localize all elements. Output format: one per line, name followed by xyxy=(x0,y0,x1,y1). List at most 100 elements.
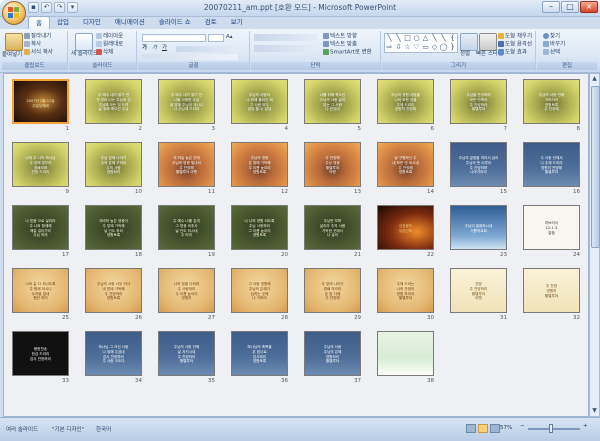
tab-review[interactable]: 검토 xyxy=(198,16,224,29)
slide-thumbnail[interactable]: 봉헌찬송 헌금 드리리 감사 찬양하리 xyxy=(12,331,69,376)
slide-thumbnail[interactable]: 날 구원하신 주내 모든 것 되시네 주 찬양해 영원토록 xyxy=(377,142,434,187)
triangle-shape-icon[interactable]: △ xyxy=(421,34,430,43)
slide-thumbnail[interactable]: 성경봉독 말씀선포 xyxy=(377,205,434,250)
text-direction-button[interactable]: 텍스트 방향 xyxy=(323,33,357,41)
status-language[interactable]: 한국어 xyxy=(96,425,111,433)
rectangle-shape-icon[interactable]: □ xyxy=(403,34,412,43)
cut-button[interactable]: 잘라내기 xyxy=(24,33,51,41)
tab-view[interactable]: 보기 xyxy=(224,16,250,29)
slide-thumbnail[interactable]: 주님의 말씀을 따라서 살리 주님의 뜻 이루리 주 찬양하며 나아가리라 xyxy=(450,142,507,187)
slide-thumbnail[interactable]: 주 앞에 나아가 경배 하리라 온 맘 다해 주 찬양해 xyxy=(304,268,361,313)
slide-thumbnail[interactable]: 주 예수 나를 깊게 그 영광 비추사 날 인도 하시네 주 따라 xyxy=(158,205,215,250)
tab-design[interactable]: 디자인 xyxy=(76,16,108,29)
slide-thumbnail[interactable]: 자비의 높은 영광이 주 앞에 가득해 날 인도 하리 영원토록 xyxy=(85,205,142,250)
zoom-out-button[interactable]: − xyxy=(520,423,525,429)
arrow-shape-icon[interactable]: ⇨ xyxy=(385,43,394,52)
font-name-select[interactable] xyxy=(142,34,206,42)
slide-thumbnail[interactable]: 주님 앞에 나아가 주의 은혜 구하리 주의 사랑 영원하리 xyxy=(85,142,142,187)
font-color-buttons[interactable] xyxy=(142,54,238,60)
scrollbar-thumb[interactable] xyxy=(591,86,600,248)
slide-sorter-view[interactable]: 2007년 2월 11일 주일낮예배 1 주 예수 내가 알기 전전 부터 나는 주님… xyxy=(3,73,589,417)
slide-thumbnail[interactable]: 주님의 사랑 안에 날 지키시네 주 찬양하리 할렐루야 xyxy=(158,331,215,376)
select-button[interactable]: 선택 xyxy=(543,49,560,57)
shape-fill-button[interactable]: 도형 채우기 xyxy=(498,33,532,41)
brace-shape-icon[interactable]: { xyxy=(448,34,457,43)
slide-thumbnail[interactable]: 주님의 사랑이 나 위해 흘리신 피그 사랑 모두 감당 할 수 없네 xyxy=(231,79,288,124)
scroll-down-icon[interactable]: ▼ xyxy=(590,406,599,416)
arrow-shape-icon[interactable]: ⇩ xyxy=(394,43,403,52)
line-shape-icon[interactable]: ╲ xyxy=(394,34,403,43)
tab-home[interactable]: 홈 xyxy=(28,16,50,30)
slide-thumbnail[interactable]: 나를 위해 죽으신 주님의 사랑 끝이 없는 그 사랑 나 받았네 xyxy=(304,79,361,124)
heart-shape-icon[interactable]: ♡ xyxy=(412,43,421,52)
replace-button[interactable]: 바꾸기 xyxy=(543,41,565,49)
align-text-button[interactable]: 텍스트 맞춤 xyxy=(323,41,357,49)
arrange-icon[interactable] xyxy=(460,33,478,51)
star-shape-icon[interactable]: ☆ xyxy=(403,43,412,52)
line-shape-icon[interactable]: ╲ xyxy=(385,34,394,43)
maximize-button[interactable]: □ xyxy=(561,1,579,13)
italic-button[interactable]: 가 xyxy=(152,45,157,52)
zoom-slider-track[interactable] xyxy=(528,428,580,430)
grow-font-icon[interactable]: A▴ xyxy=(226,34,233,41)
slide-thumbnail[interactable]: 나 믿음 으로 살리라 주 나와 함께해 매일 걸어가리 주님 따라 xyxy=(12,205,69,250)
office-button[interactable] xyxy=(2,1,26,25)
reset-button[interactable]: 원래대로 xyxy=(96,41,123,49)
find-button[interactable]: 찾기 xyxy=(543,33,560,41)
slide-thumbnail[interactable]: 주님이 말씀하시네 기쁨의교회 xyxy=(450,205,507,250)
slide-thumbnail[interactable]: 나의 맘을 다하여 주 사랑하리 주 이름 높이리 영원히 xyxy=(158,268,215,313)
slide-thumbnail[interactable]: 주 찬양해 주님 영광 할렐루야 아멘 xyxy=(304,142,361,187)
slide-thumbnail[interactable]: 주님의 귀한 사랑을 나의 모든 것을 주께 드리리 영원히 찬양해 xyxy=(377,79,434,124)
slide-thumbnail[interactable]: 주 찬양 영원히 할렐루야 xyxy=(523,268,580,313)
zoom-slider-thumb[interactable] xyxy=(549,424,553,433)
slide-thumbnail[interactable]: 찬양 주 찬양하리 할렐루야 아멘 xyxy=(450,268,507,313)
format-painter-button[interactable]: 서식 복사 xyxy=(24,49,53,57)
zoom-level[interactable]: 57% xyxy=(500,425,512,431)
font-size-select[interactable] xyxy=(208,34,224,42)
slide-thumbnail[interactable]: 히브리서 12:1-3 말씀 xyxy=(523,205,580,250)
slide-thumbnail[interactable]: 하나님 그 크신 사랑 나 위해 주셨네 감사 찬양하리 주 사랑 크도다 xyxy=(85,331,142,376)
slide-thumbnail[interactable]: 하나님의 축복을 온 맘으로 감사하리 영원토록 xyxy=(231,331,288,376)
underline-button[interactable]: 가 xyxy=(162,45,167,52)
slide-thumbnail[interactable]: 주님만 보며 살리라 주의 사랑 가득한 곳에서 나 살리 xyxy=(304,205,361,250)
slide-thumbnail[interactable]: 그 사랑 영원해 주님의 은혜가 넘치는 곳에 나 거하리 xyxy=(231,268,288,313)
arrange-button[interactable]: 정렬 xyxy=(460,51,470,58)
slideshow-view-icon[interactable] xyxy=(490,424,500,433)
slide-thumbnail[interactable]: 주께 드리는 나의 찬양이 영원 하리라 할렐루야 xyxy=(377,268,434,313)
paste-icon[interactable] xyxy=(5,33,23,51)
line-shape-icon[interactable]: ╲ xyxy=(439,34,448,43)
diamond-shape-icon[interactable]: ◇ xyxy=(430,43,439,52)
vertical-scrollbar[interactable]: ▲ ▼ xyxy=(589,73,600,417)
tab-slideshow[interactable]: 슬라이드 쇼 xyxy=(152,16,198,29)
slide-thumbnail[interactable]: 주님의 사랑 너무 커서 내 맘에 가득해 주 찬양하리 영원토록 xyxy=(85,268,142,313)
bold-button[interactable]: 가 xyxy=(142,45,147,52)
slide-thumbnail[interactable]: 나의 길 다 지나도록 주 함께 하시니 두려움 없네 평안 하리 xyxy=(12,268,69,313)
font-format-buttons[interactable] xyxy=(176,46,238,52)
shapes-gallery[interactable]: ╲ ╲ □ ○ △ ╲ ╲ { ⇨ ⇩ ☆ ♡ ▭ ◇ ◯ } xyxy=(384,33,458,53)
layout-button[interactable]: 레이아웃 xyxy=(96,33,123,41)
slide-thumbnail[interactable]: 저 하늘 높은 곳에 주님의 영광 빛나리 주 찬양해 할렐루야 아멘 xyxy=(158,142,215,187)
list-buttons[interactable] xyxy=(254,34,318,41)
quick-styles-icon[interactable] xyxy=(479,33,497,51)
slide-thumbnail[interactable]: 주님의 사랑 주님의 은혜 영원하리 할렐루야 xyxy=(304,331,361,376)
slide-thumbnail[interactable]: 주 예수 내가 알기 전전 부터 나는 주님의 것 주님께 모든 것 드려 날 위해… xyxy=(85,79,142,124)
slide-thumbnail[interactable]: 나 나의 영원 되도록 주님 사랑하리 그 이름 높이리 영원토록 xyxy=(231,205,288,250)
slide-thumbnail[interactable]: 주님의 영광 온 땅에 가득해 주 이름 높이리 영원토록 xyxy=(231,142,288,187)
shape-effects-button[interactable]: 도형 효과 xyxy=(498,49,527,57)
paste-button[interactable]: 붙여넣기 xyxy=(2,52,22,59)
slide-thumbnail[interactable]: 나의 주 나의 하나님 주 앞에 엎드려 경배하며 찬양 드리리 xyxy=(12,142,69,187)
slide-thumbnail[interactable]: 주님을 찬양하라 모든 민족아 주 찬양하라 할렐루야 xyxy=(450,79,507,124)
rectangle-shape-icon[interactable]: ▭ xyxy=(421,43,430,52)
line-shape-icon[interactable]: ╲ xyxy=(430,34,439,43)
smartart-button[interactable]: SmartArt로 변환 xyxy=(323,49,372,57)
scroll-up-icon[interactable]: ▲ xyxy=(590,74,599,84)
align-buttons[interactable] xyxy=(254,45,318,52)
slide-thumbnail[interactable]: 2007년 2월 11일 주일낮예배 xyxy=(12,79,69,124)
delete-slide-button[interactable]: 삭제 xyxy=(96,49,113,57)
slide-sorter-icon[interactable] xyxy=(478,424,488,433)
tab-animations[interactable]: 애니메이션 xyxy=(108,16,152,29)
normal-view-icon[interactable] xyxy=(466,424,476,433)
new-slide-icon[interactable] xyxy=(75,33,93,51)
slide-thumbnail[interactable]: 주 사랑 안에서 나 주께 드리리 영원히 찬양해 할렐루야 xyxy=(523,142,580,187)
brace-shape-icon[interactable]: } xyxy=(448,43,457,52)
